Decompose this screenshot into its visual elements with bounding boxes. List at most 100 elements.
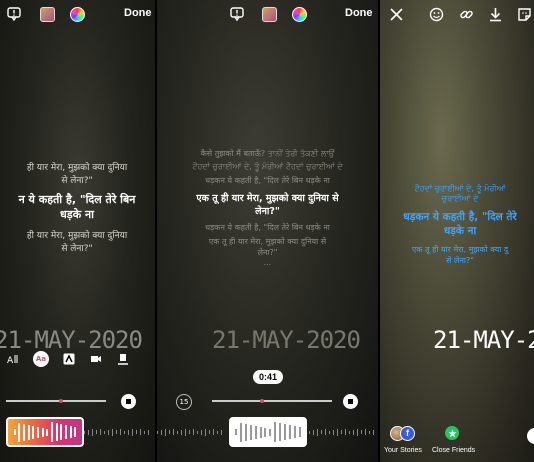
lyric-line: धड़कन ये कहती है, "दिल तेरे बिन धड़के ना (205, 223, 330, 232)
waveform-bar (32, 425, 35, 439)
playback-scrubber[interactable] (6, 400, 106, 402)
face-effects-icon[interactable] (428, 6, 444, 22)
waveform-tick (345, 429, 346, 435)
waveform-tick (120, 429, 121, 435)
cube-style-icon[interactable] (89, 352, 103, 366)
color-wheel-icon[interactable] (291, 6, 307, 22)
waveform-tick (161, 429, 162, 435)
text-style-button[interactable]: Aa (33, 351, 49, 367)
color-wheel-icon[interactable] (69, 6, 85, 22)
lyric-line-active: धड़के ना (443, 225, 477, 237)
waveform-bar (64, 425, 67, 439)
waveform-tick (369, 430, 370, 434)
lyrics-block[interactable]: कैसे तुझको मैं बताऊँ? ਤਾਨੀਂ ਤੇਰੀ ਤੱਕਣੀ ਲ… (157, 148, 378, 267)
waveform-bar (254, 425, 257, 439)
lyric-line: धड़कन ये कहती है, "दिल तेरे बिन धड़के ना (205, 176, 330, 185)
date-sticker[interactable]: 21-MAY-2020 (433, 326, 534, 354)
clip-duration-button[interactable]: 15 (176, 394, 192, 410)
your-stories-button[interactable]: f (388, 426, 418, 442)
lyrics-style-toolbar: A Aa (6, 351, 130, 367)
waveform-tick (329, 430, 330, 434)
svg-text:A: A (7, 356, 14, 365)
waveform-tick (341, 430, 342, 434)
close-friends-button[interactable] (445, 426, 459, 440)
album-art-sticker-icon[interactable] (39, 6, 55, 22)
waveform-tick (333, 429, 334, 435)
typewriter-style-icon[interactable] (62, 352, 76, 366)
playhead-marker[interactable] (59, 399, 63, 403)
audio-selection-window[interactable] (6, 417, 84, 447)
waveform-tick (112, 428, 113, 436)
waveform-tick (181, 429, 182, 435)
waveform-tick (313, 429, 314, 435)
waveform-track[interactable] (84, 428, 155, 436)
lyric-line: एक तू ही यार मेरा, मुझको क्या दु (411, 245, 509, 254)
lyric-line: ਟੌਹਦਾਂ ਚੁਰਾਈਆਂ ਦੇ, ਤੂੰ ਮੋਰੀਆਂ ਟੌਹਦਾਂ ਚੁਰ… (192, 162, 343, 171)
waveform-tick (116, 430, 117, 434)
waveform-bar (259, 426, 262, 438)
waveform-tick (177, 430, 178, 434)
facebook-icon: f (400, 426, 415, 441)
waveform-tick (221, 429, 222, 435)
snippet-style-icon[interactable] (116, 352, 130, 366)
sticker-icon[interactable] (516, 6, 532, 22)
waveform-bar (69, 426, 72, 438)
waveform-bar (46, 428, 49, 436)
waveform-bar (289, 425, 292, 439)
alert-icon[interactable] (229, 6, 245, 22)
waveform-tick (132, 428, 133, 436)
done-button[interactable]: Done (124, 7, 152, 19)
lyric-line: लेना?" (257, 248, 278, 257)
waveform-bar (284, 424, 287, 440)
close-friends-label: Close Friends (432, 447, 476, 454)
waveform-tick (185, 428, 186, 436)
lyrics-block[interactable]: ਟੌਹਦਾਂ ਚੁਰਾਈਆਂ ਦੇ, ਤੂੰ ਮੋਰੀਆਂ ਚੁਰਾਈਆਂ ਦੇ… (380, 184, 534, 266)
waveform-tick (88, 429, 89, 435)
close-icon[interactable] (388, 6, 404, 22)
karaoke-style-icon[interactable]: A (6, 352, 20, 366)
waveform-track[interactable] (309, 428, 378, 436)
waveform-bar (293, 426, 296, 438)
waveform-tick (209, 430, 210, 434)
waveform-tick (169, 430, 170, 434)
lyric-line-active: धड़कन ये कहती है, "दिल तेरे (403, 211, 517, 223)
waveform-bar (279, 423, 282, 441)
waveform-track[interactable] (157, 428, 227, 436)
waveform-tick (201, 429, 202, 435)
lyric-line: ਟੌਹਦਾਂ ਚੁਰਾਈਆਂ ਦੇ, ਤੂੰ ਮੋਰੀਆਂ (414, 184, 506, 193)
date-sticker[interactable]: 21-MAY-2020 (212, 326, 361, 354)
waveform-bar (36, 426, 39, 438)
lyrics-block[interactable]: ही यार मेरा, मुझको क्या दुनिया से लेना?"… (0, 160, 155, 254)
stop-button[interactable] (121, 394, 136, 409)
stop-icon (126, 399, 131, 404)
alert-icon[interactable] (6, 6, 22, 22)
waveform-tick (373, 429, 374, 435)
date-sticker[interactable]: 21-MAY-2020 (0, 326, 143, 354)
waveform-tick (144, 430, 145, 434)
waveform-tick (213, 429, 214, 435)
album-art-sticker-icon[interactable] (261, 6, 277, 22)
waveform-bar (244, 423, 247, 441)
waveform-bar (50, 422, 53, 442)
done-button[interactable]: Done (345, 7, 373, 19)
waveform-tick (100, 429, 101, 435)
download-icon[interactable] (487, 6, 503, 22)
stop-button[interactable] (343, 394, 358, 409)
audio-selection-window[interactable] (229, 417, 307, 447)
waveform-tick (92, 428, 93, 436)
waveform-bar (274, 422, 277, 442)
waveform-tick (193, 429, 194, 435)
waveform-tick (317, 428, 318, 436)
lyric-line: एक तू ही यार मेरा, मुझको क्या दुनिया से (208, 237, 327, 246)
playback-scrubber[interactable] (212, 400, 332, 402)
waveform-tick (353, 429, 354, 435)
lyric-line: से लेना?" (61, 176, 93, 186)
waveform-tick (128, 429, 129, 435)
waveform-bar (74, 427, 77, 437)
link-icon[interactable] (458, 6, 474, 22)
lyric-line-active: लेना?" (255, 206, 280, 217)
waveform-tick (357, 428, 358, 436)
lyric-line: से लेना?" (61, 244, 93, 254)
waveform-tick (108, 429, 109, 435)
lyric-line: ... (263, 258, 272, 267)
